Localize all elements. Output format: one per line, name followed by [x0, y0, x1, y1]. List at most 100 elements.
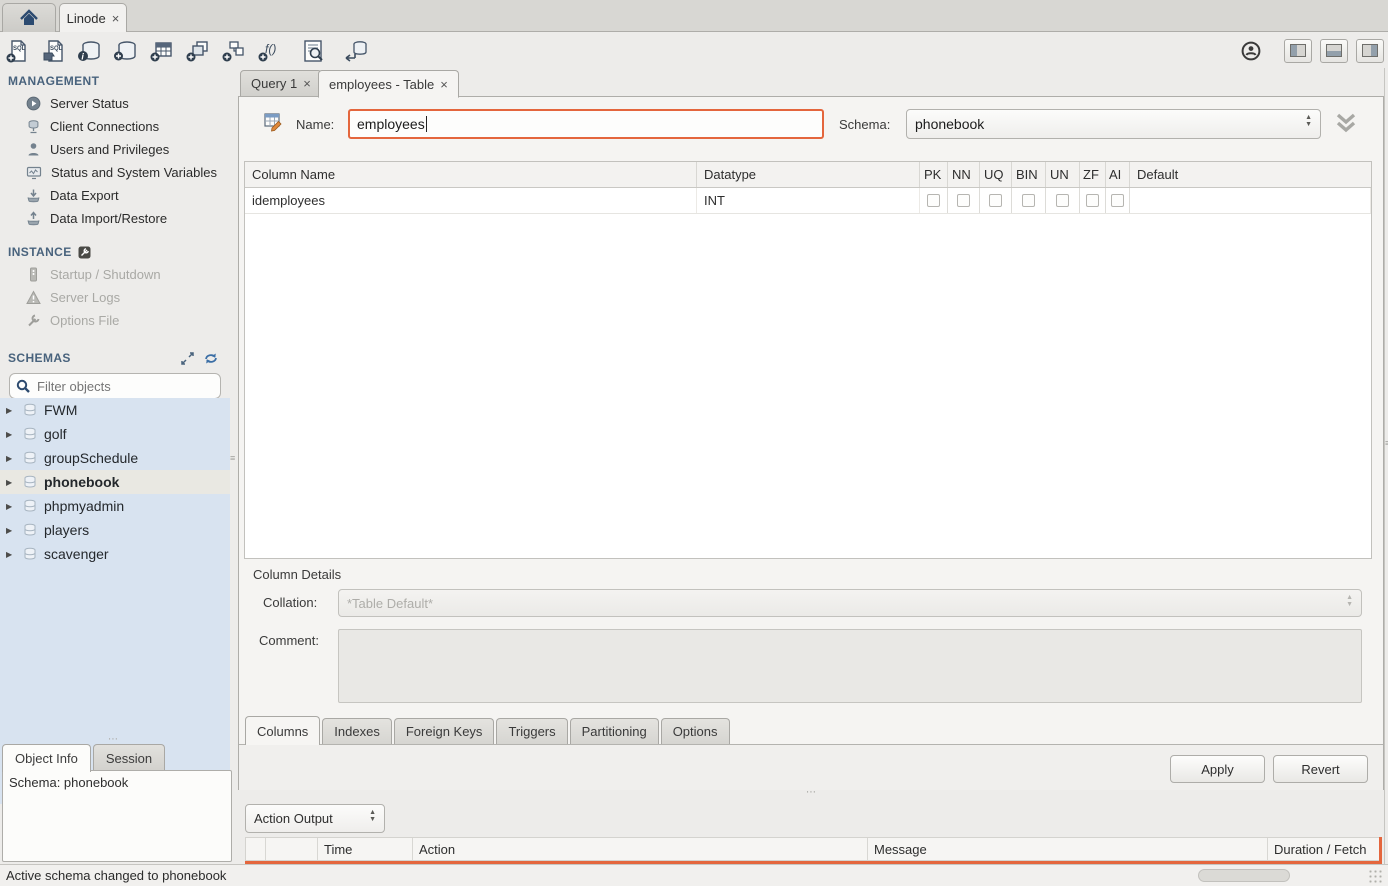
cell-column-name[interactable]: idemployees [245, 188, 697, 213]
expander-icon[interactable]: ▶ [6, 454, 16, 463]
schema-filter-input[interactable] [37, 379, 197, 394]
close-icon[interactable]: × [440, 77, 448, 92]
header-ai[interactable]: AI [1106, 162, 1130, 187]
schema-row-phpmyadmin[interactable]: ▶ phpmyadmin [0, 494, 230, 518]
close-icon[interactable]: × [112, 11, 120, 26]
schema-row-groupschedule[interactable]: ▶ groupSchedule [0, 446, 230, 470]
sidebar-item-status-system-variables[interactable]: Status and System Variables [0, 161, 230, 184]
create-function-button[interactable]: f() [252, 36, 288, 66]
sidebar-item-data-import[interactable]: Data Import/Restore [0, 207, 230, 230]
uq-checkbox[interactable] [989, 194, 1002, 207]
subtab-options[interactable]: Options [661, 718, 730, 744]
expander-icon[interactable]: ▶ [6, 526, 16, 535]
header-default[interactable]: Default [1130, 162, 1371, 187]
schema-row-scavenger[interactable]: ▶ scavenger [0, 542, 230, 566]
schema-filter[interactable] [9, 373, 221, 399]
expand-header-chevron-icon[interactable] [1333, 111, 1359, 135]
bin-checkbox[interactable] [1022, 194, 1035, 207]
sidebar-item-options-file[interactable]: Options File [0, 309, 230, 332]
toggle-bottom-panel-button[interactable] [1320, 39, 1348, 63]
cell-default[interactable] [1130, 188, 1371, 213]
pk-checkbox[interactable] [927, 194, 940, 207]
create-view-button[interactable] [180, 36, 216, 66]
schema-icon [23, 547, 37, 561]
output-col-time[interactable]: Time [318, 838, 413, 860]
reconnect-dbms-button[interactable] [338, 36, 374, 66]
collation-select[interactable]: *Table Default* ▲▼ [338, 589, 1362, 617]
expander-icon[interactable]: ▶ [6, 502, 16, 511]
spinner-arrows-icon[interactable]: ▲▼ [1305, 114, 1312, 128]
table-name-input[interactable]: employees [348, 109, 824, 139]
header-pk[interactable]: PK [920, 162, 948, 187]
header-datatype[interactable]: Datatype [697, 162, 920, 187]
output-type-select[interactable]: Action Output ▲▼ [245, 804, 385, 833]
cell-datatype[interactable]: INT [697, 188, 920, 213]
schema-row-fwm[interactable]: ▶ FWM [0, 398, 230, 422]
un-checkbox[interactable] [1056, 194, 1069, 207]
header-zf[interactable]: ZF [1080, 162, 1106, 187]
close-icon[interactable]: × [303, 76, 311, 91]
output-col-message[interactable]: Message [868, 838, 1268, 860]
tab-session[interactable]: Session [93, 744, 165, 771]
subtab-columns[interactable]: Columns [245, 716, 320, 745]
output-col-action[interactable]: Action [413, 838, 868, 860]
sidebar-item-server-logs[interactable]: Server Logs [0, 286, 230, 309]
revert-button[interactable]: Revert [1273, 755, 1368, 783]
create-table-button[interactable] [144, 36, 180, 66]
toggle-right-panel-button[interactable] [1356, 39, 1384, 63]
spinner-arrows-icon: ▲▼ [369, 809, 376, 823]
comment-textarea[interactable] [338, 629, 1362, 703]
window-resize-grip[interactable] [1368, 869, 1382, 883]
connection-tab-linode[interactable]: Linode × [59, 3, 127, 32]
schema-row-golf[interactable]: ▶ golf [0, 422, 230, 446]
expander-icon[interactable]: ▶ [6, 430, 16, 439]
subtab-indexes[interactable]: Indexes [322, 718, 392, 744]
nn-checkbox[interactable] [957, 194, 970, 207]
output-col-duration[interactable]: Duration / Fetch [1268, 838, 1381, 860]
horizontal-scrollbar-thumb[interactable] [1198, 869, 1290, 882]
search-table-data-button[interactable] [296, 36, 332, 66]
sidebar-item-server-status[interactable]: Server Status [0, 92, 230, 115]
refresh-schemas-icon[interactable] [204, 352, 218, 365]
subtab-triggers[interactable]: Triggers [496, 718, 567, 744]
sidebar-item-startup-shutdown[interactable]: Startup / Shutdown [0, 263, 230, 286]
toggle-left-panel-icon [1290, 44, 1306, 57]
new-sql-tab-button[interactable]: SQL [0, 36, 36, 66]
home-icon [19, 9, 39, 27]
ai-checkbox[interactable] [1111, 194, 1124, 207]
create-procedure-button[interactable] [216, 36, 252, 66]
toggle-left-panel-button[interactable] [1284, 39, 1312, 63]
tab-query-1[interactable]: Query 1 × [240, 70, 322, 97]
header-un[interactable]: UN [1046, 162, 1080, 187]
schema-row-players[interactable]: ▶ players [0, 518, 230, 542]
apply-button[interactable]: Apply [1170, 755, 1265, 783]
sidebar-item-client-connections[interactable]: Client Connections [0, 115, 230, 138]
header-bin[interactable]: BIN [1012, 162, 1046, 187]
sidebar-item-data-export[interactable]: Data Export [0, 184, 230, 207]
header-uq[interactable]: UQ [980, 162, 1012, 187]
right-sidebar-splitter[interactable]: ≡ [1384, 68, 1388, 864]
user-indicator-icon[interactable] [1240, 40, 1262, 62]
expander-icon[interactable]: ▶ [6, 406, 16, 415]
zf-checkbox[interactable] [1086, 194, 1099, 207]
inspect-database-button[interactable]: i [72, 36, 108, 66]
open-sql-script-button[interactable]: SQL [36, 36, 72, 66]
expander-icon[interactable]: ▶ [6, 550, 16, 559]
sidebar-item-users-privileges[interactable]: Users and Privileges [0, 138, 230, 161]
expander-icon[interactable]: ▶ [6, 478, 16, 487]
schema-select[interactable]: phonebook ▲▼ [906, 109, 1321, 139]
header-column-name[interactable]: Column Name [245, 162, 697, 187]
subtab-foreign-keys[interactable]: Foreign Keys [394, 718, 495, 744]
expand-schemas-icon[interactable] [181, 352, 194, 365]
system-variables-icon [26, 165, 42, 180]
header-nn[interactable]: NN [948, 162, 980, 187]
output-splitter[interactable]: ⋯ [238, 790, 1384, 800]
home-tab[interactable] [2, 3, 56, 32]
schema-icon [23, 427, 37, 441]
schema-row-phonebook[interactable]: ▶ phonebook [0, 470, 230, 494]
tab-object-info[interactable]: Object Info [2, 744, 91, 772]
subtab-partitioning[interactable]: Partitioning [570, 718, 659, 744]
create-schema-button[interactable] [108, 36, 144, 66]
tab-employees-table[interactable]: employees - Table × [318, 70, 459, 98]
column-row-idemployees[interactable]: idemployees INT [245, 188, 1371, 214]
